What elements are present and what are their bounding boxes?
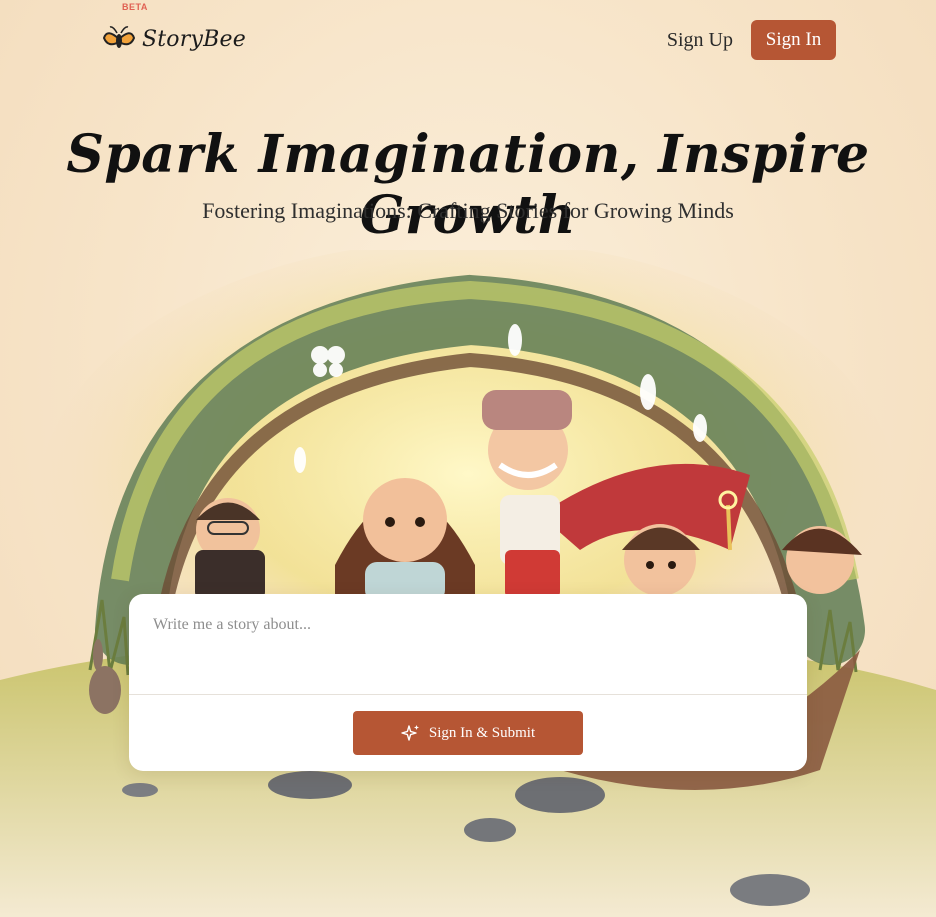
sign-in-button[interactable]: Sign In — [751, 20, 836, 60]
brand-name: StoryBee — [142, 26, 246, 52]
story-prompt-card: Sign In & Submit — [129, 594, 807, 771]
submit-button-label: Sign In & Submit — [428, 724, 536, 741]
brand-logo[interactable]: StoryBee — [102, 22, 246, 56]
bee-logo-icon — [102, 26, 136, 48]
card-divider — [129, 694, 807, 695]
site-header: StoryBee BETA Sign Up Sign In — [0, 0, 936, 80]
story-prompt-input[interactable] — [129, 594, 807, 694]
beta-badge: BETA — [122, 2, 148, 12]
sign-in-submit-button[interactable]: Sign In & Submit — [353, 711, 583, 755]
sparkles-icon — [401, 725, 419, 741]
sign-up-button[interactable]: Sign Up — [665, 23, 735, 58]
hero-title: Spark Imagination, Inspire Growth — [66, 124, 870, 246]
header-nav: Sign Up Sign In — [665, 20, 836, 60]
hero-subtitle: Fostering Imaginations: Crafting Stories… — [202, 198, 734, 223]
hero-illustration — [0, 250, 936, 917]
